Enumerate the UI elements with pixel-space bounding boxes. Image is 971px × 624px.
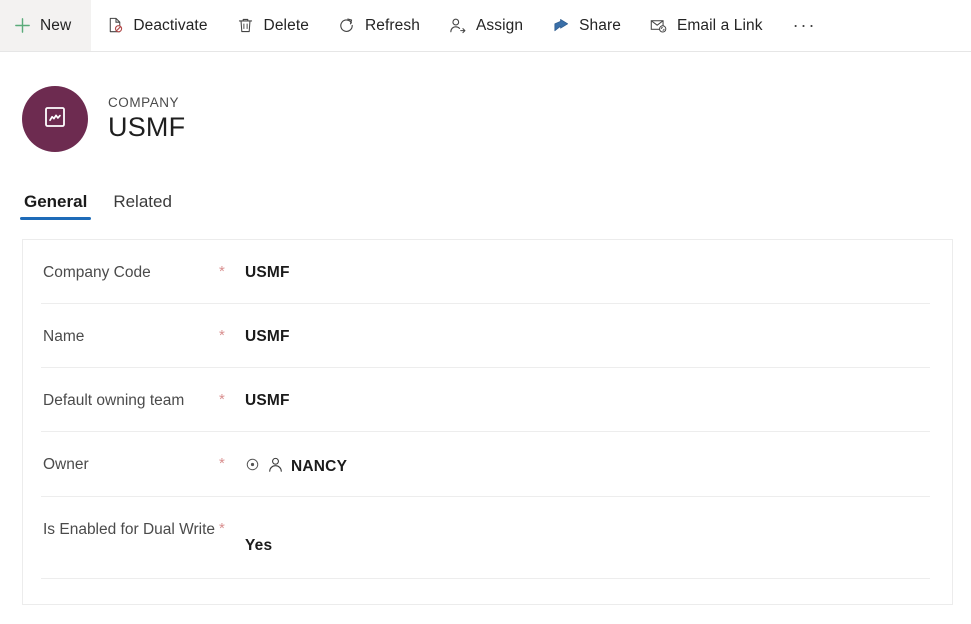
name-label: Name [43, 328, 85, 345]
plus-icon [12, 16, 32, 36]
tab-strip: General Related [0, 180, 971, 224]
share-icon [551, 16, 571, 36]
default-owning-team-label: Default owning team [43, 392, 185, 409]
entity-type-label: COMPANY [108, 94, 180, 110]
default-owning-team-required-marker: * [219, 391, 225, 408]
field-row-is-enabled-for-dual-write: Is Enabled for Dual Write * Yes [41, 497, 930, 579]
company-code-label: Company Code [43, 264, 151, 281]
tab-related[interactable]: Related [107, 188, 178, 224]
delete-button-label: Delete [263, 16, 309, 34]
company-code-required-marker: * [219, 263, 225, 280]
avatar [22, 86, 88, 152]
email-link-icon [649, 16, 669, 36]
deactivate-button[interactable]: Deactivate [91, 0, 221, 51]
is-enabled-for-dual-write-value[interactable]: Yes [245, 519, 272, 555]
general-tab-form: Company Code * USMF Name * USMF Default … [22, 239, 953, 605]
record-header: COMPANY USMF [0, 52, 971, 160]
owner-label: Owner [43, 456, 89, 473]
refresh-button-label: Refresh [364, 16, 420, 34]
email-a-link-button-label: Email a Link [676, 16, 763, 34]
owner-required-marker: * [219, 455, 225, 472]
default-owning-team-value[interactable]: USMF [245, 390, 290, 410]
assign-button-label: Assign [475, 16, 524, 34]
share-button-label: Share [579, 16, 621, 34]
recent-items-icon[interactable] [245, 457, 260, 477]
overflow-menu-button[interactable]: ··· [777, 0, 833, 51]
refresh-icon [337, 16, 357, 36]
email-a-link-button[interactable]: Email a Link [635, 0, 777, 51]
trash-icon [236, 16, 256, 36]
company-code-value[interactable]: USMF [245, 262, 290, 282]
owner-lookup-icons [245, 456, 284, 478]
is-enabled-for-dual-write-label: Is Enabled for Dual Write [43, 521, 216, 538]
field-row-owner: Owner * NANCY [41, 432, 930, 497]
deactivate-button-label: Deactivate [133, 16, 208, 34]
new-button-label: New [40, 16, 72, 34]
delete-button[interactable]: Delete [222, 0, 323, 51]
user-person-icon [267, 456, 284, 478]
tab-general[interactable]: General [18, 188, 93, 224]
name-required-marker: * [219, 327, 225, 344]
name-value[interactable]: USMF [245, 326, 290, 346]
owner-name-text: NANCY [291, 458, 348, 475]
field-row-company-code: Company Code * USMF [41, 240, 930, 304]
refresh-button[interactable]: Refresh [323, 0, 434, 51]
deactivate-icon [105, 16, 125, 36]
page-title: USMF [108, 111, 186, 142]
owner-value-container[interactable]: NANCY [245, 454, 347, 478]
is-enabled-for-dual-write-required-marker: * [219, 520, 225, 537]
field-row-name: Name * USMF [41, 304, 930, 368]
company-icon [42, 104, 68, 135]
command-bar: New Deactivate Delete Refresh Assign Sha… [0, 0, 971, 52]
assign-button[interactable]: Assign [434, 0, 537, 51]
share-button[interactable]: Share [537, 0, 635, 51]
field-row-default-owning-team: Default owning team * USMF [41, 368, 930, 432]
assign-person-icon [448, 16, 468, 36]
new-button[interactable]: New [0, 0, 92, 51]
